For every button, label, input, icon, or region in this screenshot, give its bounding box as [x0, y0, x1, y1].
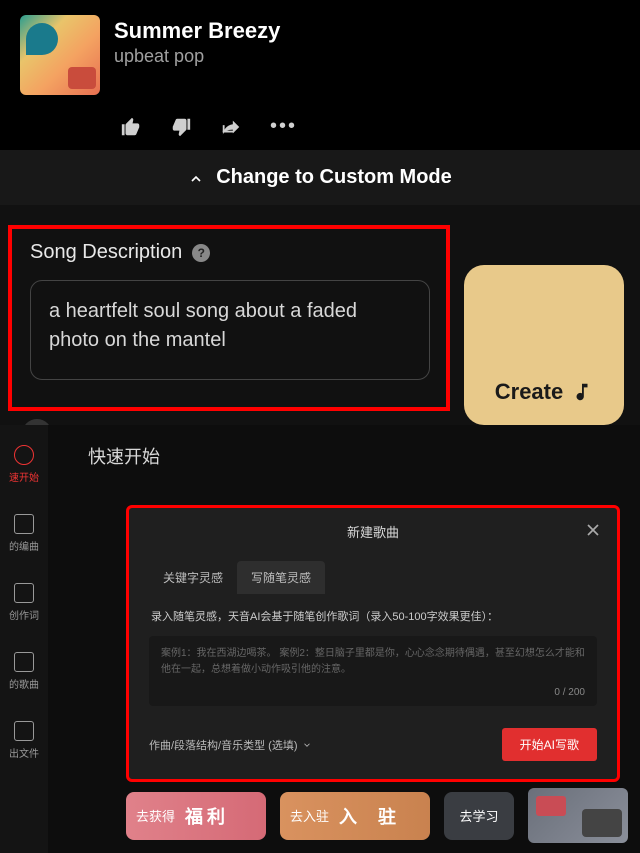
- promo-image[interactable]: [528, 788, 628, 843]
- sidebar-item-lyrics[interactable]: 创作词: [9, 583, 39, 622]
- card-join[interactable]: 去入驻 入 驻: [280, 792, 430, 840]
- sidebar-item-arrange[interactable]: 的编曲: [9, 514, 39, 553]
- album-art[interactable]: [20, 15, 100, 95]
- bolt-icon: [14, 445, 34, 465]
- sidebar-item-songs[interactable]: 的歌曲: [9, 652, 39, 691]
- export-icon: [14, 721, 34, 741]
- page-title: 快速开始: [88, 443, 600, 469]
- tab-keyword[interactable]: 关键字灵感: [149, 561, 237, 594]
- doc-icon: [14, 514, 34, 534]
- mode-toggle[interactable]: Change to Custom Mode: [0, 150, 640, 205]
- song-description-input[interactable]: [30, 280, 430, 380]
- song-title: Summer Breezy: [114, 18, 280, 44]
- char-counter: 0 / 200: [554, 687, 585, 698]
- close-icon[interactable]: [583, 520, 603, 540]
- description-label: Song Description: [30, 241, 182, 264]
- card-learn[interactable]: 去学习: [444, 792, 514, 840]
- sidebar-item-export[interactable]: 出文件: [9, 721, 39, 760]
- inspiration-input[interactable]: 案例1：我在西湖边喝茶。 案例2：整日脑子里都是你，心心念念期待偶遇，甚至幻想怎…: [149, 636, 597, 706]
- share-icon[interactable]: [220, 116, 242, 138]
- tab-freewrite[interactable]: 写随笔灵感: [237, 561, 325, 594]
- modal-description: 录入随笔灵感，天音AI会基于随笔创作歌词（录入50-100字效果更佳）：: [129, 594, 617, 632]
- more-icon[interactable]: •••: [270, 115, 297, 138]
- mode-label: Change to Custom Mode: [216, 166, 452, 189]
- chevron-up-icon: [188, 170, 204, 186]
- help-icon[interactable]: ?: [192, 244, 210, 262]
- create-label: Create: [495, 379, 563, 405]
- modal-title: 新建歌曲: [347, 522, 399, 541]
- music-note-icon: [571, 381, 593, 403]
- folder-icon: [14, 652, 34, 672]
- start-ai-button[interactable]: 开始AI写歌: [502, 728, 597, 761]
- card-rewards[interactable]: 去获得 福利: [126, 792, 266, 840]
- sidebar: 速开始 的编曲 创作词 的歌曲 出文件: [0, 425, 48, 853]
- song-description-panel: Song Description ?: [8, 225, 450, 411]
- new-song-modal: 新建歌曲 关键字灵感 写随笔灵感 录入随笔灵感，天音AI会基于随笔创作歌词（录入…: [126, 505, 620, 782]
- chevron-down-icon: [302, 740, 312, 750]
- placeholder-text: 案例1：我在西湖边喝茶。 案例2：整日脑子里都是你，心心念念期待偶遇，甚至幻想怎…: [161, 646, 585, 678]
- doc-icon: [14, 583, 34, 603]
- options-expand[interactable]: 作曲/段落结构/音乐类型 (选填): [149, 737, 312, 753]
- create-button[interactable]: Create: [464, 265, 624, 425]
- sidebar-item-quickstart[interactable]: 速开始: [9, 445, 39, 484]
- thumbs-down-icon[interactable]: [170, 116, 192, 138]
- thumbs-up-icon[interactable]: [120, 116, 142, 138]
- song-genre: upbeat pop: [114, 46, 280, 67]
